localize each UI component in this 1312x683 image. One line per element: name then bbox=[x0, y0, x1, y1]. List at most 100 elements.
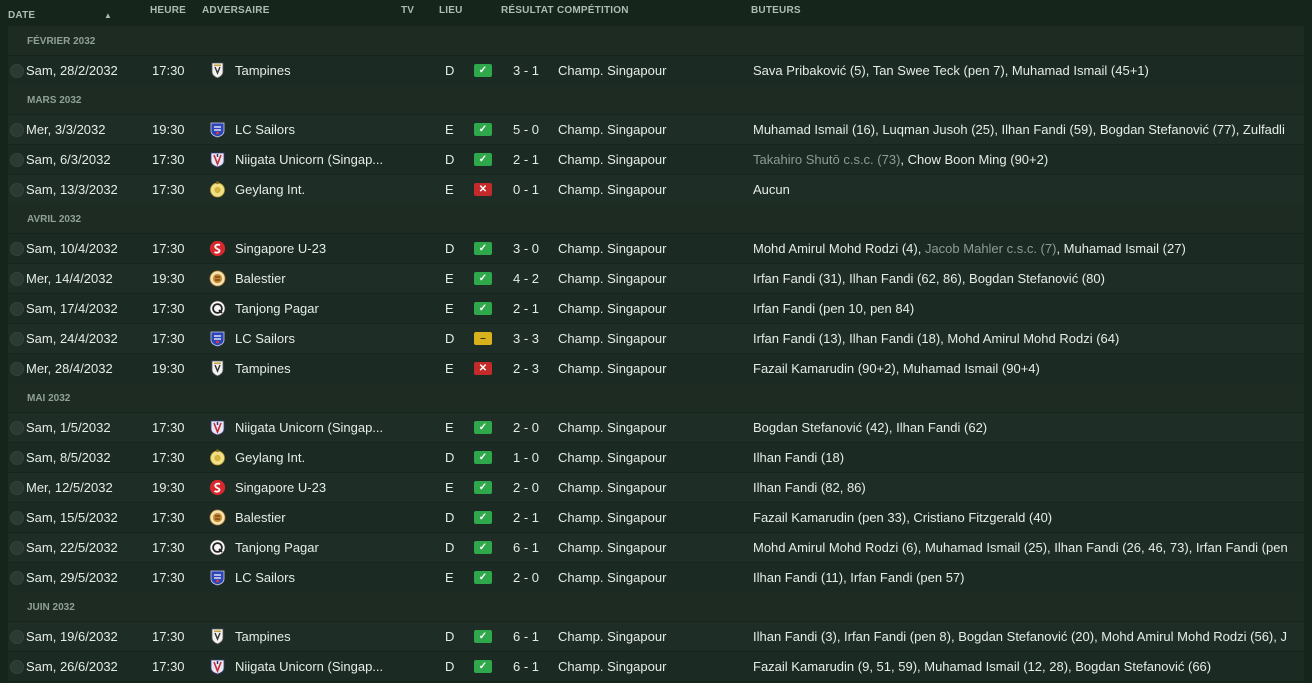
scorer[interactable]: Fazail Kamarudin (pen 33), Cristiano Fit… bbox=[753, 510, 1052, 525]
own-goal-scorer[interactable]: Takahiro Shutō c.s.c. (73) bbox=[753, 152, 900, 167]
opponent-link[interactable]: Singapore U-23 bbox=[235, 241, 326, 256]
table-row[interactable]: Sam, 1/5/2032 17:30 Niigata Unicorn (Singa… bbox=[8, 413, 1304, 442]
scorer[interactable]: Bogdan Stefanović (42), Ilhan Fandi (62) bbox=[753, 420, 987, 435]
match-score[interactable]: 4 - 2 bbox=[513, 271, 539, 286]
table-row[interactable]: Mer, 12/5/2032 19:30 Singapore U-23 E ✓ 2 - 0… bbox=[8, 473, 1304, 502]
competition-link[interactable]: Champ. Singapour bbox=[558, 271, 666, 286]
scorer[interactable]: Ilhan Fandi (3), Irfan Fandi (pen 8), Bo… bbox=[753, 629, 1287, 644]
competition-link[interactable]: Champ. Singapour bbox=[558, 152, 666, 167]
table-row[interactable]: Sam, 26/6/2032 17:30 Niigata Unicorn (Sing… bbox=[8, 652, 1304, 681]
match-score[interactable]: 3 - 3 bbox=[513, 331, 539, 346]
table-row[interactable]: Sam, 17/4/2032 17:30 Tanjong Pagar E ✓ 2 - 1 C… bbox=[8, 294, 1304, 323]
match-score[interactable]: 6 - 1 bbox=[513, 540, 539, 555]
row-select-checkbox[interactable] bbox=[10, 64, 24, 78]
table-row[interactable]: Sam, 15/5/2032 17:30 Balestier D ✓ 2 - 1 Champ… bbox=[8, 503, 1304, 532]
scorer[interactable]: Irfan Fandi (31), Ilhan Fandi (62, 86), … bbox=[753, 271, 1105, 286]
competition-link[interactable]: Champ. Singapour bbox=[558, 510, 666, 525]
competition-link[interactable]: Champ. Singapour bbox=[558, 63, 666, 78]
scorer[interactable]: Fazail Kamarudin (9, 51, 59), Muhamad Is… bbox=[753, 659, 1211, 674]
row-select-checkbox[interactable] bbox=[10, 242, 24, 256]
competition-link[interactable]: Champ. Singapour bbox=[558, 420, 666, 435]
competition-link[interactable]: Champ. Singapour bbox=[558, 182, 666, 197]
match-score[interactable]: 2 - 1 bbox=[513, 152, 539, 167]
scorer[interactable]: , Muhamad Ismail (27) bbox=[1056, 241, 1185, 256]
match-score[interactable]: 2 - 1 bbox=[513, 510, 539, 525]
own-goal-scorer[interactable]: Jacob Mahler c.s.c. (7) bbox=[925, 241, 1057, 256]
column-date[interactable]: DATE ▲ bbox=[8, 5, 112, 21]
column-opponent[interactable]: ADVERSAIRE bbox=[202, 5, 270, 16]
column-tv[interactable]: TV bbox=[401, 5, 414, 16]
competition-link[interactable]: Champ. Singapour bbox=[558, 361, 666, 376]
scorer[interactable]: Fazail Kamarudin (90+2), Muhamad Ismail … bbox=[753, 361, 1040, 376]
competition-link[interactable]: Champ. Singapour bbox=[558, 480, 666, 495]
opponent-link[interactable]: Niigata Unicorn (Singap... bbox=[235, 152, 383, 167]
table-row[interactable]: Sam, 13/3/2032 17:30 Geylang Int. E ✕ 0 - 1 Ch… bbox=[8, 175, 1304, 204]
opponent-link[interactable]: Geylang Int. bbox=[235, 182, 305, 197]
row-select-checkbox[interactable] bbox=[10, 511, 24, 525]
opponent-link[interactable]: Balestier bbox=[235, 510, 286, 525]
column-competition[interactable]: COMPÉTITION bbox=[557, 5, 629, 16]
scorer[interactable]: Ilhan Fandi (18) bbox=[753, 450, 844, 465]
competition-link[interactable]: Champ. Singapour bbox=[558, 659, 666, 674]
match-score[interactable]: 5 - 0 bbox=[513, 122, 539, 137]
row-select-checkbox[interactable] bbox=[10, 630, 24, 644]
opponent-link[interactable]: Niigata Unicorn (Singap... bbox=[235, 659, 383, 674]
opponent-link[interactable]: Geylang Int. bbox=[235, 450, 305, 465]
match-score[interactable]: 2 - 0 bbox=[513, 480, 539, 495]
competition-link[interactable]: Champ. Singapour bbox=[558, 540, 666, 555]
row-select-checkbox[interactable] bbox=[10, 541, 24, 555]
opponent-link[interactable]: LC Sailors bbox=[235, 570, 295, 585]
scorer[interactable]: Muhamad Ismail (16), Luqman Jusoh (25), … bbox=[753, 122, 1285, 137]
scorer[interactable]: Aucun bbox=[753, 182, 790, 197]
match-score[interactable]: 0 - 1 bbox=[513, 182, 539, 197]
competition-link[interactable]: Champ. Singapour bbox=[558, 241, 666, 256]
competition-link[interactable]: Champ. Singapour bbox=[558, 570, 666, 585]
row-select-checkbox[interactable] bbox=[10, 332, 24, 346]
row-select-checkbox[interactable] bbox=[10, 302, 24, 316]
competition-link[interactable]: Champ. Singapour bbox=[558, 629, 666, 644]
match-score[interactable]: 6 - 1 bbox=[513, 629, 539, 644]
competition-link[interactable]: Champ. Singapour bbox=[558, 450, 666, 465]
scorer[interactable]: Ilhan Fandi (82, 86) bbox=[753, 480, 866, 495]
opponent-link[interactable]: Balestier bbox=[235, 271, 286, 286]
scorer[interactable]: , Chow Boon Ming (90+2) bbox=[900, 152, 1048, 167]
opponent-link[interactable]: Tampines bbox=[235, 629, 291, 644]
competition-link[interactable]: Champ. Singapour bbox=[558, 122, 666, 137]
column-time[interactable]: HEURE bbox=[150, 5, 186, 16]
row-select-checkbox[interactable] bbox=[10, 660, 24, 674]
table-row[interactable]: Sam, 6/3/2032 17:30 Niigata Unicorn (Singa… bbox=[8, 145, 1304, 174]
match-score[interactable]: 2 - 1 bbox=[513, 301, 539, 316]
row-select-checkbox[interactable] bbox=[10, 421, 24, 435]
match-score[interactable]: 2 - 0 bbox=[513, 570, 539, 585]
table-row[interactable]: Sam, 19/6/2032 17:30 Tampines D ✓ 6 - 1 Champ.… bbox=[8, 622, 1304, 651]
table-row[interactable]: Mer, 28/4/2032 19:30 Tampines E ✕ 2 - 3 Champ.… bbox=[8, 354, 1304, 383]
scorer[interactable]: Irfan Fandi (13), Ilhan Fandi (18), Mohd… bbox=[753, 331, 1119, 346]
table-row[interactable]: Sam, 29/5/2032 17:30 LC Sailors E ✓ 2 - 0 Cham… bbox=[8, 563, 1304, 592]
match-score[interactable]: 3 - 1 bbox=[513, 63, 539, 78]
row-select-checkbox[interactable] bbox=[10, 571, 24, 585]
scorer[interactable]: Irfan Fandi (pen 10, pen 84) bbox=[753, 301, 914, 316]
table-row[interactable]: Mer, 3/3/2032 19:30 LC Sailors E ✓ 5 - 0 Champ… bbox=[8, 115, 1304, 144]
match-score[interactable]: 3 - 0 bbox=[513, 241, 539, 256]
match-score[interactable]: 6 - 1 bbox=[513, 659, 539, 674]
table-row[interactable]: Sam, 24/4/2032 17:30 LC Sailors D – 3 - 3 Cham… bbox=[8, 324, 1304, 353]
scorer[interactable]: Ilhan Fandi (11), Irfan Fandi (pen 57) bbox=[753, 570, 965, 585]
column-scorers[interactable]: BUTEURS bbox=[751, 5, 801, 16]
competition-link[interactable]: Champ. Singapour bbox=[558, 331, 666, 346]
row-select-checkbox[interactable] bbox=[10, 481, 24, 495]
opponent-link[interactable]: Niigata Unicorn (Singap... bbox=[235, 420, 383, 435]
row-select-checkbox[interactable] bbox=[10, 451, 24, 465]
competition-link[interactable]: Champ. Singapour bbox=[558, 301, 666, 316]
table-row[interactable]: Mer, 14/4/2032 19:30 Balestier E ✓ 4 - 2 Champ… bbox=[8, 264, 1304, 293]
table-row[interactable]: Sam, 8/5/2032 17:30 Geylang Int. D ✓ 1 - 0 Cha… bbox=[8, 443, 1304, 472]
column-result[interactable]: RÉSULTAT bbox=[501, 5, 554, 16]
match-score[interactable]: 2 - 0 bbox=[513, 420, 539, 435]
table-row[interactable]: Sam, 10/4/2032 17:30 Singapore U-23 D ✓ 3 - 0… bbox=[8, 234, 1304, 263]
scorer[interactable]: Mohd Amirul Mohd Rodzi (4), bbox=[753, 241, 925, 256]
scorer[interactable]: Sava Pribaković (5), Tan Swee Teck (pen … bbox=[753, 63, 1149, 78]
row-select-checkbox[interactable] bbox=[10, 123, 24, 137]
table-row[interactable]: Sam, 22/5/2032 17:30 Tanjong Pagar D ✓ 6 - 1 C… bbox=[8, 533, 1304, 562]
opponent-link[interactable]: Tanjong Pagar bbox=[235, 540, 319, 555]
row-select-checkbox[interactable] bbox=[10, 362, 24, 376]
column-venue[interactable]: LIEU bbox=[439, 5, 463, 16]
